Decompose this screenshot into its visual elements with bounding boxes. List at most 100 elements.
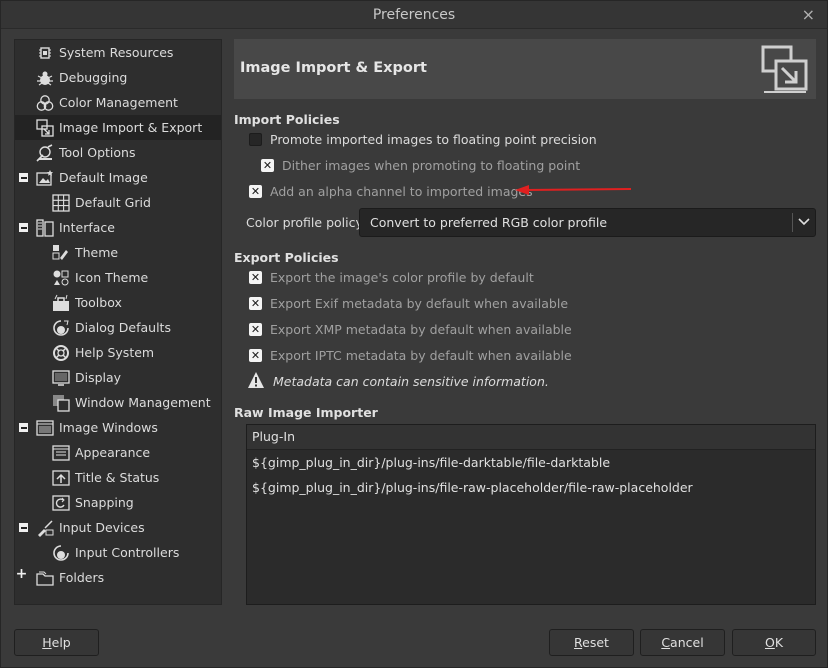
sidebar-item-label: Icon Theme [75, 270, 149, 285]
export-xmp-checkbox[interactable]: ✕ [249, 322, 262, 336]
plug-in-column-header[interactable]: Plug-In [247, 425, 815, 450]
reset-button[interactable]: Reset [549, 629, 634, 656]
alpha-checkbox[interactable]: ✕ [249, 184, 262, 198]
icon-theme-icon [51, 268, 71, 288]
window-management-icon [51, 393, 71, 413]
promote-checkbox-row[interactable]: Promote imported images to floating poin… [249, 129, 597, 149]
sidebar-item-help-system[interactable]: Help System [15, 340, 221, 365]
sidebar-item-label: Image Import & Export [59, 120, 203, 135]
default-image-icon [35, 168, 55, 188]
import-policies-heading: Import Policies [234, 112, 340, 127]
sidebar-item-system-resources[interactable]: System Resources [15, 40, 221, 65]
sidebar-item-label: Appearance [75, 445, 151, 460]
alpha-checkbox-row[interactable]: ✕ Add an alpha channel to imported image… [249, 181, 533, 201]
sidebar-item-dialog-defaults[interactable]: Dialog Defaults [15, 315, 221, 340]
image-windows-icon [35, 418, 55, 438]
grid-icon [51, 193, 71, 213]
sidebar-item-default-grid[interactable]: Default Grid [15, 190, 221, 215]
ok-button[interactable]: OK [732, 629, 816, 656]
title-bar: Preferences × [1, 1, 827, 29]
sidebar-item-label: Tool Options [59, 145, 136, 160]
sidebar-item-label: System Resources [59, 45, 174, 60]
raw-importer-list[interactable]: Plug-In ${gimp_plug_in_dir}/plug-ins/fil… [246, 424, 816, 605]
chip-icon [35, 43, 55, 63]
cancel-button[interactable]: Cancel [640, 629, 725, 656]
sidebar-item-snapping[interactable]: Snapping [15, 490, 221, 515]
list-item[interactable]: ${gimp_plug_in_dir}/plug-ins/file-raw-pl… [252, 475, 693, 500]
sidebar-item-debugging[interactable]: Debugging [15, 65, 221, 90]
title-status-icon [51, 468, 71, 488]
raw-importer-heading: Raw Image Importer [234, 405, 378, 420]
help-button[interactable]: Help [14, 629, 99, 656]
export-policies-heading: Export Policies [234, 250, 339, 265]
appearance-icon [51, 443, 71, 463]
promote-checkbox[interactable] [249, 132, 262, 146]
dither-label: Dither images when promoting to floating… [282, 157, 581, 173]
export-xmp-label: Export XMP metadata by default when avai… [270, 321, 572, 337]
export-iptc-checkbox[interactable]: ✕ [249, 348, 262, 362]
export-xmp-row[interactable]: ✕ Export XMP metadata by default when av… [249, 319, 572, 339]
sidebar-item-label: Dialog Defaults [75, 320, 171, 335]
tool-options-icon [35, 143, 55, 163]
sidebar-item-label: Folders [59, 570, 105, 585]
export-color-profile-checkbox[interactable]: ✕ [249, 270, 262, 284]
close-icon[interactable]: × [802, 5, 815, 24]
theme-icon [51, 243, 71, 263]
sidebar-item-icon-theme[interactable]: Icon Theme [15, 265, 221, 290]
export-color-profile-label: Export the image's color profile by defa… [270, 269, 534, 285]
sidebar-item-default-image[interactable]: Default Image [15, 165, 221, 190]
export-exif-label: Export Exif metadata by default when ava… [270, 295, 569, 311]
sidebar-item-input-devices[interactable]: Input Devices [15, 515, 221, 540]
interface-icon [35, 218, 55, 238]
dialog-defaults-icon [51, 318, 71, 338]
metadata-warning: Metadata can contain sensitive informati… [247, 371, 549, 392]
folders-icon [35, 568, 55, 588]
combo-separator [792, 213, 793, 232]
sidebar-item-label: Title & Status [75, 470, 160, 485]
sidebar-item-title-status[interactable]: Title & Status [15, 465, 221, 490]
sidebar-item-color-management[interactable]: Color Management [15, 90, 221, 115]
sidebar-item-label: Snapping [75, 495, 134, 510]
sidebar-item-folders[interactable]: Folders [15, 565, 221, 590]
list-item[interactable]: ${gimp_plug_in_dir}/plug-ins/file-darkta… [252, 450, 610, 475]
sidebar-item-appearance[interactable]: Appearance [15, 440, 221, 465]
lifebuoy-icon [51, 343, 71, 363]
display-icon [51, 368, 71, 388]
color-profile-policy-value: Convert to preferred RGB color profile [370, 215, 608, 230]
page-title: Image Import & Export [240, 60, 427, 76]
sidebar-item-theme[interactable]: Theme [15, 240, 221, 265]
sidebar-item-label: Default Image [59, 170, 148, 185]
sidebar-item-tool-options[interactable]: Tool Options [15, 140, 221, 165]
sidebar-item-label: Default Grid [75, 195, 151, 210]
sidebar-item-input-controllers[interactable]: Input Controllers [15, 540, 221, 565]
sidebar-item-label: Debugging [59, 70, 128, 85]
import-export-icon [35, 118, 55, 138]
sidebar-item-label: Display [75, 370, 122, 385]
sidebar-item-display[interactable]: Display [15, 365, 221, 390]
sidebar-item-image-windows[interactable]: Image Windows [15, 415, 221, 440]
export-iptc-row[interactable]: ✕ Export IPTC metadata by default when a… [249, 345, 572, 365]
window-title: Preferences [372, 7, 456, 23]
sidebar-item-label: Image Windows [59, 420, 158, 435]
import-export-icon [760, 44, 810, 97]
sidebar-item-interface[interactable]: Interface [15, 215, 221, 240]
sidebar-item-window-management[interactable]: Window Management [15, 390, 221, 415]
dither-checkbox[interactable]: ✕ [261, 158, 274, 172]
warning-text: Metadata can contain sensitive informati… [273, 374, 549, 389]
chevron-down-icon[interactable] [797, 216, 811, 231]
sidebar-item-label: Color Management [59, 95, 178, 110]
color-circles-icon [35, 93, 55, 113]
export-exif-row[interactable]: ✕ Export Exif metadata by default when a… [249, 293, 568, 313]
sidebar-item-label: Interface [59, 220, 115, 235]
dither-checkbox-row[interactable]: ✕ Dither images when promoting to floati… [261, 155, 580, 175]
snapping-icon [51, 493, 71, 513]
preferences-sidebar: System Resources Debugging Color Managem… [14, 39, 222, 605]
export-exif-checkbox[interactable]: ✕ [249, 296, 262, 310]
sidebar-item-toolbox[interactable]: Toolbox [15, 290, 221, 315]
sidebar-item-image-import-export[interactable]: Image Import & Export [15, 115, 221, 140]
color-profile-policy-label: Color profile policy: [246, 215, 367, 230]
color-profile-policy-select[interactable]: Convert to preferred RGB color profile [359, 208, 816, 237]
promote-label: Promote imported images to floating poin… [270, 131, 597, 147]
export-color-profile-row[interactable]: ✕ Export the image's color profile by de… [249, 267, 534, 287]
sidebar-item-label: Help System [75, 345, 155, 360]
